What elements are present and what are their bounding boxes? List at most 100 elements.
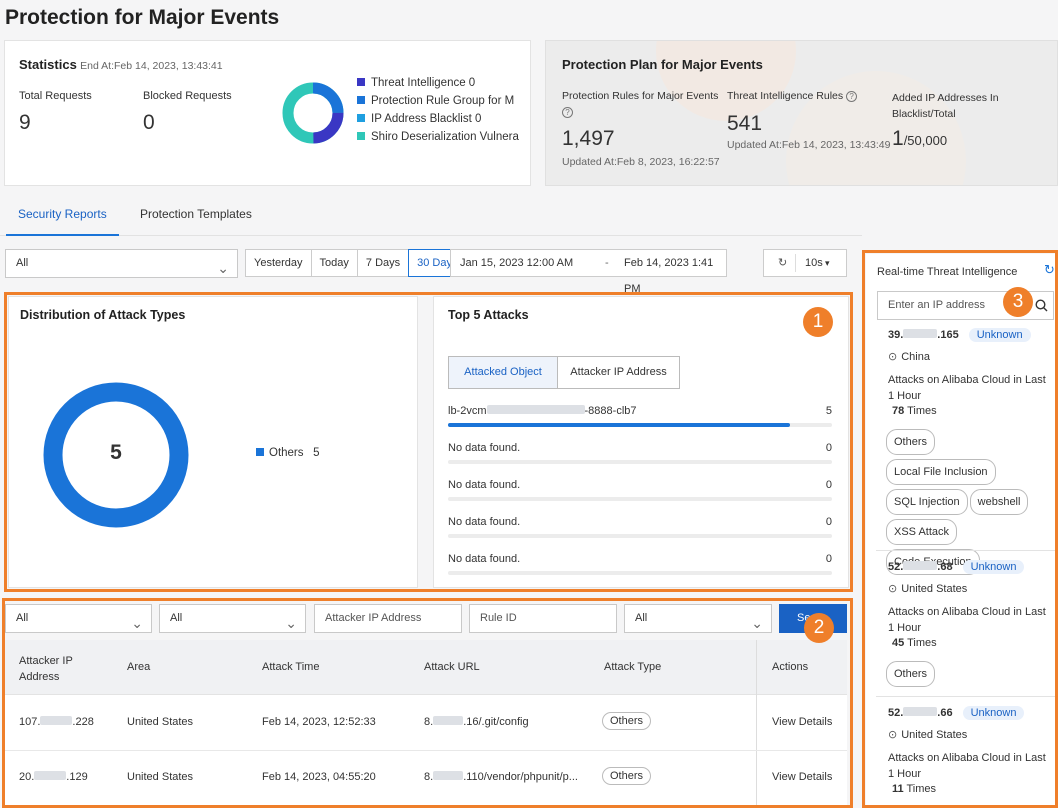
search-icon[interactable]	[1035, 299, 1048, 312]
top5-row-name: No data found.	[448, 553, 521, 565]
top5-row-name: No data found.	[448, 479, 521, 491]
protection-plan-card: Protection Plan for Major Events Protect…	[545, 40, 1058, 186]
scope-select[interactable]: All ⌄	[5, 249, 238, 278]
blocked-requests-label: Blocked Requests	[143, 90, 232, 102]
blocked-requests-value: 0	[143, 111, 155, 134]
attack-type-tag: Others	[602, 712, 652, 730]
redacted-text	[34, 771, 67, 780]
redacted-text	[903, 707, 938, 716]
th-attack-url: Attack URL	[424, 661, 480, 673]
cell-area: United States	[127, 716, 194, 728]
status-badge: Unknown	[962, 560, 1025, 574]
top5-row-name: No data found.	[448, 442, 521, 454]
tab-attacker-ip[interactable]: Attacker IP Address	[557, 356, 680, 389]
statistics-legend: Threat Intelligence 0 Protection Rule Gr…	[357, 77, 527, 149]
divider	[876, 696, 1056, 697]
range-yesterday[interactable]: Yesterday	[245, 249, 312, 277]
date-range-buttons: Yesterday Today 7 Days 30 Days	[245, 249, 467, 277]
top5-bar-track	[448, 534, 832, 538]
end-date: Feb 14, 2023 1:41 PM	[624, 257, 714, 295]
distribution-legend: Others 5	[256, 447, 320, 459]
report-tabs: Security Reports Protection Templates	[0, 200, 862, 236]
chevron-down-icon: ⌄	[131, 615, 143, 631]
auto-refresh-control[interactable]: ↻ 10s ▾	[763, 249, 847, 277]
redacted-text	[433, 716, 464, 725]
table-filter-select-2[interactable]: All ⌄	[159, 604, 306, 633]
location-pin-icon: ⊙	[888, 351, 898, 363]
th-attacker-ip: Attacker IP Address	[19, 655, 73, 683]
distribution-panel: Distribution of Attack Types 5 Others 5	[8, 296, 418, 588]
threat-item[interactable]: 52. .68 Unknown ⊙ United States Attacks on Al…	[866, 560, 1056, 691]
cell-attacker-ip: 20. .129	[19, 771, 88, 783]
location-pin-icon: ⊙	[888, 729, 898, 741]
threat-tags: Others	[866, 649, 1056, 691]
blacklist-total: /50,000	[903, 133, 948, 148]
plan-title: Protection Plan for Major Events	[562, 57, 763, 72]
range-7-days[interactable]: 7 Days	[356, 249, 410, 277]
view-details-link[interactable]: View Details	[772, 771, 832, 783]
top5-bar-fill	[448, 423, 791, 427]
help-icon[interactable]: ?	[562, 107, 573, 118]
tab-attacked-object[interactable]: Attacked Object	[448, 356, 558, 389]
status-badge: Unknown	[962, 706, 1025, 720]
threat-ip: 39. .165	[888, 329, 959, 341]
rules-value: 1,497	[562, 127, 615, 150]
start-date: Jan 15, 2023 12:00 AM	[460, 257, 574, 269]
threat-title: Real-time Threat Intelligence	[877, 266, 1018, 278]
top5-row: lb-2vcm -8888-clb7 5	[448, 405, 832, 429]
top5-row: No data found. 0	[448, 442, 832, 466]
threat-country: United States	[901, 583, 968, 595]
threat-ip: 52. .66	[888, 707, 953, 719]
cell-attack-time: Feb 14, 2023, 04:55:20	[262, 771, 376, 783]
marker-3: 3	[1003, 287, 1033, 317]
status-badge: Unknown	[968, 328, 1031, 342]
attack-table: Attacker IP Address Area Attack Time Att…	[5, 640, 847, 806]
help-icon[interactable]: ?	[846, 91, 858, 102]
statistics-card: Statistics End At:Feb 14, 2023, 13:43:41…	[4, 40, 531, 186]
threat-description: Attacks on Alibaba Cloud in Last 1 Hour	[888, 606, 1046, 634]
range-today[interactable]: Today	[310, 249, 358, 277]
legend-swatch	[256, 448, 264, 456]
redacted-text	[433, 771, 464, 780]
table-filter-select-1[interactable]: All ⌄	[5, 604, 152, 633]
legend-swatch	[357, 114, 365, 122]
legend-item: Protection Rule Group for M	[357, 95, 527, 113]
view-details-link[interactable]: View Details	[772, 716, 832, 728]
redacted-text	[40, 716, 73, 725]
top5-row: No data found. 0	[448, 479, 832, 503]
cell-attack-time: Feb 14, 2023, 12:52:33	[262, 716, 376, 728]
top5-bar-track	[448, 423, 832, 427]
top5-row-value: 0	[825, 553, 832, 565]
ti-rules-updated: Updated At:Feb 14, 2023, 13:43:49	[727, 139, 891, 151]
refresh-icon[interactable]: ↻	[778, 250, 787, 276]
th-attack-time: Attack Time	[262, 661, 320, 673]
table-filter-select-3[interactable]: All ⌄	[624, 604, 772, 633]
rule-id-input[interactable]: Rule ID	[469, 604, 617, 633]
refresh-icon[interactable]: ↻	[1044, 262, 1055, 278]
distribution-total: 5	[110, 441, 122, 464]
threat-item[interactable]: 52. .66 Unknown ⊙ United States Attacks on Al…	[866, 706, 1056, 795]
threat-item[interactable]: 39. .165 Unknown ⊙ China Attacks on Alibaba C…	[866, 328, 1056, 579]
refresh-interval: 10s	[805, 257, 823, 269]
attack-tag: Local File Inclusion	[886, 459, 996, 485]
tab-security-reports[interactable]: Security Reports	[6, 200, 119, 236]
attack-tag: Others	[886, 429, 936, 455]
threat-times-label: Times	[907, 405, 937, 417]
location-pin-icon: ⊙	[888, 583, 898, 595]
date-range-picker[interactable]: Jan 15, 2023 12:00 AM - Feb 14, 2023 1:4…	[450, 249, 727, 295]
threat-times-value: 45	[892, 637, 905, 649]
attack-tag: XSS Attack	[886, 519, 958, 545]
divider	[876, 550, 1056, 551]
legend-item: Shiro Deserialization Vulnera	[357, 131, 527, 149]
cell-attack-url: 8. .110/vendor/phpunit/p...	[424, 771, 578, 783]
divider	[795, 254, 796, 272]
top5-bar-track	[448, 497, 832, 501]
attacker-ip-input[interactable]: Attacker IP Address	[314, 604, 462, 633]
statistics-title: Statistics	[19, 57, 77, 72]
caret-down-icon: ▾	[825, 258, 830, 268]
blacklist-label: Added IP Addresses In Blacklist/Total	[892, 92, 999, 120]
ip-search-input[interactable]: Enter an IP address	[888, 299, 985, 311]
tab-protection-templates[interactable]: Protection Templates	[128, 200, 264, 236]
top5-row-name: lb-2vcm -8888-clb7	[448, 405, 637, 417]
threat-description: Attacks on Alibaba Cloud in Last 1 Hour	[888, 752, 1046, 780]
